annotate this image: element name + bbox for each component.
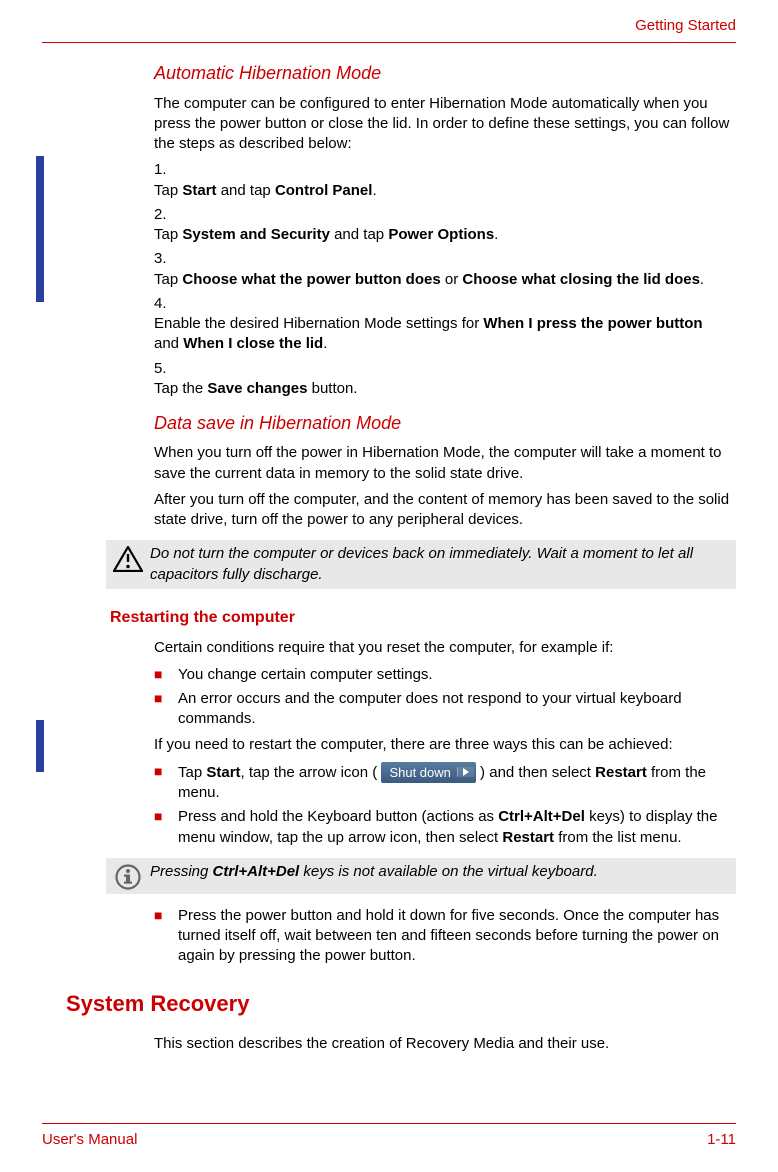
list-item: ■You change certain computer settings.: [154, 665, 736, 685]
step-2: 2. Tap System and Security and tap Power…: [154, 205, 736, 246]
list-item: ■An error occurs and the computer does n…: [154, 689, 736, 730]
paragraph: This section describes the creation of R…: [154, 1034, 736, 1054]
subheading-data-save: Data save in Hibernation Mode: [154, 411, 736, 435]
paragraph: Certain conditions require that you rese…: [154, 638, 736, 658]
info-callout: Pressing Ctrl+Alt+Del keys is not availa…: [106, 858, 736, 894]
step-5: 5. Tap the Save changes button.: [154, 359, 736, 400]
revision-mark: [36, 156, 44, 302]
step-3: 3. Tap Choose what the power button does…: [154, 249, 736, 290]
footer-right: 1-11: [707, 1130, 736, 1150]
paragraph: The computer can be configured to enter …: [154, 94, 736, 155]
revision-mark: [36, 720, 44, 772]
square-bullet-icon: ■: [154, 807, 178, 848]
list-item: ■Press the power button and hold it down…: [154, 906, 736, 967]
list-item: ■ Press and hold the Keyboard button (ac…: [154, 807, 736, 848]
step-4: 4. Enable the desired Hibernation Mode s…: [154, 294, 736, 355]
page-header: Getting Started: [42, 16, 736, 43]
paragraph: After you turn off the computer, and the…: [154, 490, 736, 531]
square-bullet-icon: ■: [154, 906, 178, 967]
paragraph: When you turn off the power in Hibernati…: [154, 443, 736, 484]
shutdown-label: Shut down: [389, 764, 450, 782]
info-icon: [106, 862, 150, 890]
paragraph: If you need to restart the computer, the…: [154, 735, 736, 755]
shutdown-button-image: Shut down: [381, 762, 475, 784]
step-1: 1. Tap Start and tap Control Panel.: [154, 160, 736, 201]
warning-callout: Do not turn the computer or devices back…: [106, 540, 736, 589]
warning-icon: [106, 544, 150, 572]
page-footer: User's Manual 1-11: [42, 1123, 736, 1150]
arrow-icon: [457, 767, 474, 777]
footer-left: User's Manual: [42, 1130, 137, 1150]
info-text: Pressing Ctrl+Alt+Del keys is not availa…: [150, 862, 728, 882]
heading-restarting: Restarting the computer: [110, 607, 736, 629]
square-bullet-icon: ■: [154, 665, 178, 685]
square-bullet-icon: ■: [154, 689, 178, 730]
subheading-auto-hibernation: Automatic Hibernation Mode: [154, 61, 736, 85]
list-item: ■ Tap Start, tap the arrow icon ( Shut d…: [154, 762, 736, 804]
warning-text: Do not turn the computer or devices back…: [150, 544, 728, 585]
heading-system-recovery: System Recovery: [66, 989, 736, 1019]
square-bullet-icon: ■: [154, 762, 178, 781]
